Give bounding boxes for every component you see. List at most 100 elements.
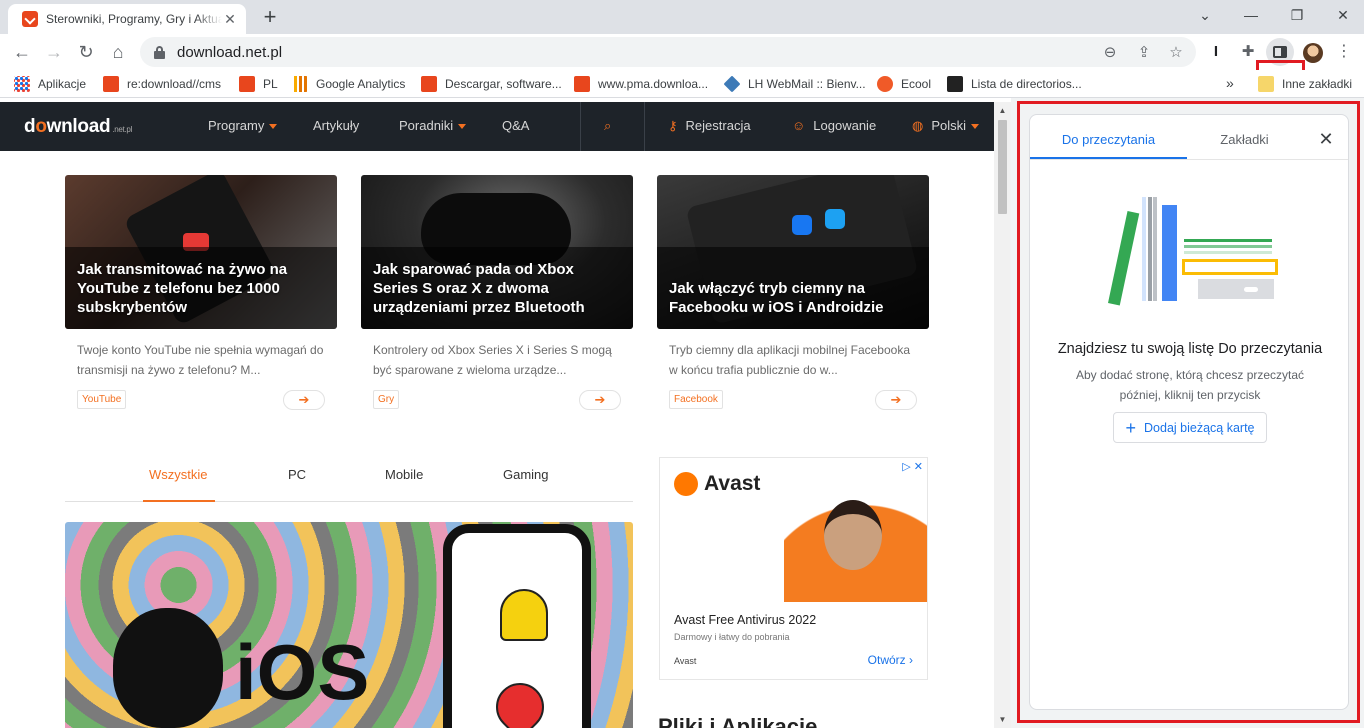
article-image[interactable]: Jak transmitować na żywo na YouTube z te… [65, 175, 337, 329]
browser-tab[interactable]: Sterowniki, Programy, Gry i Aktualności … [8, 4, 246, 34]
download-icon [421, 76, 437, 92]
article-image[interactable]: Jak sparować pada od Xbox Series S oraz … [361, 175, 633, 329]
bookmark-label: Google Analytics [316, 77, 406, 91]
nav-rejestracja[interactable]: ⚷ Rejestracja [668, 118, 751, 134]
page-scrollbar[interactable]: ▲ ▼ [994, 102, 1011, 728]
profile-avatar[interactable] [1303, 43, 1323, 63]
caret-down-icon [971, 124, 980, 130]
address-bar[interactable]: download.net.pl ⊖ ⇪ ☆ [140, 37, 1196, 67]
filter-tab-mobile[interactable]: Mobile [385, 467, 423, 482]
bookmark-descargar[interactable]: Descargar, software... [421, 75, 562, 93]
tab-search-chevron-icon[interactable]: ⌄ [1182, 4, 1228, 26]
filter-tabs: Wszystkie PC Mobile Gaming [65, 458, 633, 502]
read-more-arrow-icon[interactable]: ➔ [579, 390, 621, 410]
article-image[interactable]: Jak włączyć tryb ciemny na Facebooku w i… [657, 175, 929, 329]
restore-button[interactable]: ❐ [1274, 4, 1320, 26]
nav-label: Poradniki [399, 118, 454, 133]
scroll-up-icon[interactable]: ▲ [994, 102, 1011, 119]
article-title[interactable]: Jak włączyć tryb ciemny na Facebooku w i… [669, 279, 919, 317]
extension-i-icon[interactable]: I [1202, 38, 1230, 66]
minimize-button[interactable]: — [1228, 4, 1274, 26]
bookmark-label: www.pma.downloa... [598, 77, 709, 91]
bookmark-pl[interactable]: PL [239, 75, 278, 93]
nav-artykuly[interactable]: Artykuły [313, 118, 359, 133]
bookmark-label: Ecool [901, 77, 932, 91]
download-icon [103, 76, 119, 92]
bookmark-star-icon[interactable]: ☆ [1166, 43, 1186, 63]
nav-qa[interactable]: Q&A [502, 118, 529, 133]
bookmarks-overflow-icon[interactable]: » [1226, 75, 1234, 91]
nav-programy[interactable]: Programy [208, 118, 278, 133]
url-text[interactable]: download.net.pl [177, 44, 282, 61]
nav-divider [644, 102, 645, 151]
article-card[interactable]: Jak sparować pada od Xbox Series S oraz … [361, 175, 633, 410]
nav-label: Artykuły [313, 118, 360, 133]
filter-tab-wszystkie[interactable]: Wszystkie [149, 467, 208, 482]
toolbar: ← → ↻ ⌂ download.net.pl ⊖ ⇪ ☆ I ✚ ⋮ [0, 34, 1364, 108]
new-tab-button[interactable]: + [258, 6, 282, 30]
bookmark-label: re:download//cms [127, 77, 222, 91]
caret-down-icon [269, 124, 278, 130]
scroll-thumb[interactable] [998, 120, 1007, 214]
nav-logowanie[interactable]: ☺ Logowanie [792, 118, 876, 133]
nav-label: Q&A [502, 118, 530, 133]
article-card[interactable]: Jak włączyć tryb ciemny na Facebooku w i… [657, 175, 929, 410]
bookmark-other[interactable]: Inne zakładki [1258, 75, 1352, 93]
ad-open-button[interactable]: Otwórz › [868, 653, 913, 667]
nav-poradniki[interactable]: Poradniki [399, 118, 467, 133]
bookmark-label: Descargar, software... [445, 77, 562, 91]
share-icon[interactable]: ⇪ [1134, 43, 1154, 63]
bell-icon [500, 589, 548, 641]
bookmark-label: LH WebMail :: Bienv... [748, 77, 866, 91]
close-window-button[interactable]: ✕ [1320, 4, 1364, 26]
article-tag[interactable]: YouTube [77, 390, 127, 409]
twitter-icon [825, 209, 845, 229]
ad-title[interactable]: Avast Free Antivirus 2022 [674, 613, 816, 627]
read-more-arrow-icon[interactable]: ➔ [875, 390, 917, 410]
reload-icon[interactable]: ↻ [72, 38, 100, 66]
article-tag[interactable]: Facebook [669, 390, 723, 409]
article-title[interactable]: Jak transmitować na żywo na YouTube z te… [77, 260, 327, 317]
analytics-icon [292, 76, 308, 92]
bookmark-google-analytics[interactable]: Google Analytics [292, 75, 405, 93]
key-icon: ⚷ [668, 118, 678, 133]
ad-photo [784, 482, 927, 602]
user-icon: ☺ [792, 118, 806, 133]
bookmark-lh-webmail[interactable]: LH WebMail :: Bienv... [723, 75, 866, 93]
bookmark-ecool[interactable]: Ecool [877, 75, 931, 93]
article-card[interactable]: Jak transmitować na żywo na YouTube z te… [65, 175, 337, 410]
filter-tab-pc[interactable]: PC [288, 467, 306, 482]
zoom-icon[interactable]: ⊖ [1100, 43, 1120, 63]
nav-label: Programy [208, 118, 265, 133]
avast-ad[interactable]: Avast ▷ ✕ Avast Free Antivirus 2022 Darm… [659, 457, 928, 680]
bookmark-aplikacje[interactable]: Aplikacje [14, 75, 86, 93]
forward-arrow-icon[interactable]: → [40, 38, 68, 66]
ad-close-icon[interactable]: ▷ ✕ [902, 460, 923, 473]
site-logo[interactable]: download .net.pl [24, 116, 132, 138]
bookmark-redownload[interactable]: re:download//cms [103, 75, 221, 93]
bookmark-pma[interactable]: www.pma.downloa... [574, 75, 708, 93]
featured-article-image[interactable]: iOS [65, 522, 633, 728]
nav-language[interactable]: ◍ Polski [912, 118, 980, 134]
article-footer: Gry ➔ [373, 388, 621, 410]
bookmark-lista[interactable]: Lista de directorios... [947, 75, 1082, 93]
tab-title: Sterowniki, Programy, Gry i Aktualności [46, 12, 222, 26]
ecool-icon [877, 76, 893, 92]
avast-icon [674, 472, 698, 496]
back-arrow-icon[interactable]: ← [8, 38, 36, 66]
filter-tab-gaming[interactable]: Gaming [503, 467, 549, 482]
menu-dots-icon[interactable]: ⋮ [1336, 38, 1352, 66]
side-panel-highlight-frame [1017, 101, 1360, 723]
facebook-icon [792, 215, 812, 235]
download-favicon-icon [22, 11, 38, 27]
read-more-arrow-icon[interactable]: ➔ [283, 390, 325, 410]
article-title[interactable]: Jak sparować pada od Xbox Series S oraz … [373, 260, 623, 317]
article-tag[interactable]: Gry [373, 390, 400, 409]
avast-logo: Avast [674, 472, 760, 496]
home-icon[interactable]: ⌂ [104, 38, 132, 66]
web-page: download .net.pl Programy Artykuły Poradn… [0, 102, 994, 728]
scroll-down-icon[interactable]: ▼ [994, 711, 1011, 728]
lock-icon[interactable] [154, 45, 165, 59]
tab-close-icon[interactable]: ✕ [222, 11, 238, 27]
site-search-icon[interactable]: ⌕ [604, 118, 611, 134]
